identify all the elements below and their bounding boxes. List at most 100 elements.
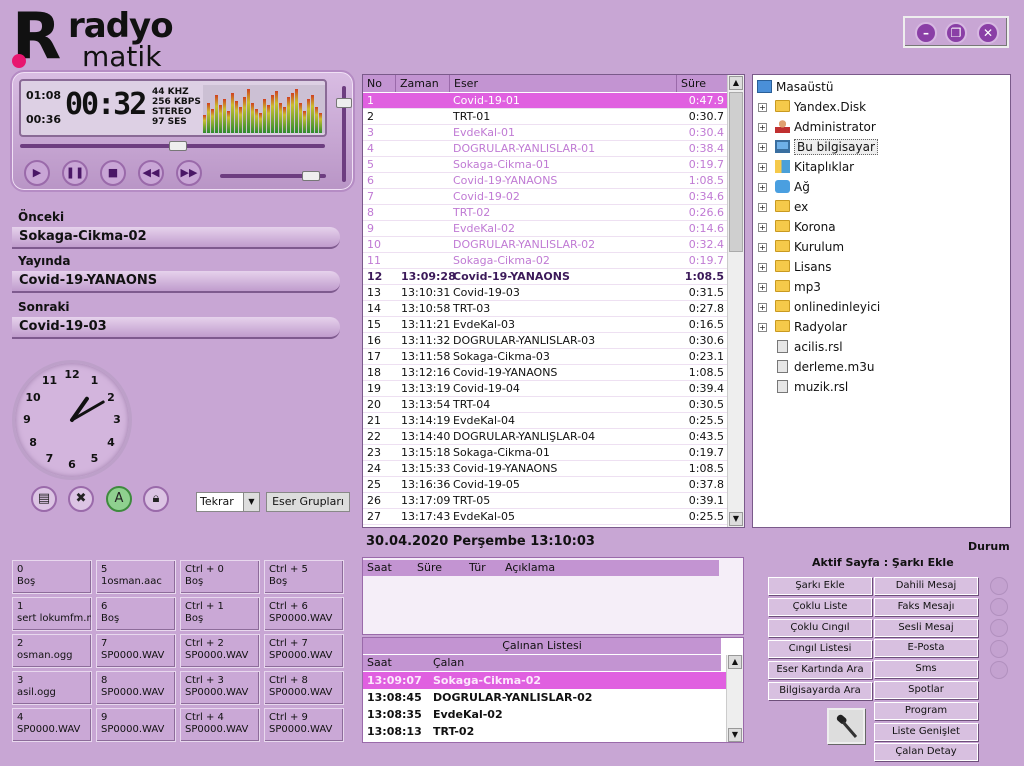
groups-button[interactable]: Eser Grupları — [266, 492, 350, 512]
played-col-time[interactable]: Saat — [363, 655, 429, 671]
pause-button[interactable]: ❚❚ — [62, 160, 88, 186]
action-button-right[interactable]: Liste Genişlet — [874, 722, 978, 741]
tree-item[interactable]: Ağ — [775, 179, 810, 195]
playlist-row[interactable]: 7 Covid-19-02 0:34.6 — [363, 189, 728, 205]
tree-item[interactable]: ex — [775, 199, 808, 215]
action-button-right[interactable]: Faks Mesajı — [874, 597, 978, 616]
playlist-row[interactable]: 17 13:11:58 Sokaga-Cikma-03 0:23.1 — [363, 349, 728, 365]
log-col-time[interactable]: Saat — [363, 560, 413, 576]
playlist-row[interactable]: 21 13:14:19 EvdeKal-04 0:25.5 — [363, 413, 728, 429]
action-button-left[interactable]: Çoklu Cıngıl — [768, 619, 872, 637]
hotkey-slot[interactable]: Ctrl + 4 SP0000.WAV — [180, 708, 260, 742]
action-button-left[interactable]: Cıngıl Listesi — [768, 640, 872, 658]
playlist-row[interactable]: 23 13:15:18 Sokaga-Cikma-01 0:19.7 — [363, 445, 728, 461]
hotkey-slot[interactable]: 2 osman.ogg — [12, 634, 92, 668]
expand-icon[interactable]: + — [758, 223, 767, 232]
lock-button[interactable]: 🔒︎ — [143, 486, 169, 512]
tree-item[interactable]: Lisans — [775, 259, 831, 275]
playlist-row[interactable]: 2 TRT-01 0:30.7 — [363, 109, 728, 125]
playlist-row[interactable]: 15 13:11:21 EvdeKal-03 0:16.5 — [363, 317, 728, 333]
log-col-type[interactable]: Tür — [465, 560, 501, 576]
tree-item[interactable]: Yandex.Disk — [775, 99, 866, 115]
expand-icon[interactable]: + — [758, 103, 767, 112]
played-col-title[interactable]: Çalan — [429, 655, 721, 671]
action-button-right[interactable]: Sesli Mesaj — [874, 618, 978, 637]
hotkey-slot[interactable]: Ctrl + 3 SP0000.WAV — [180, 671, 260, 705]
expand-icon[interactable]: + — [758, 163, 767, 172]
hotkey-slot[interactable]: 1sert lokumfm.mp — [12, 597, 92, 631]
action-button-right[interactable]: Program — [874, 701, 978, 720]
playlist-row[interactable]: 26 13:17:09 TRT-05 0:39.1 — [363, 493, 728, 509]
playlist-row[interactable]: 1 Covid-19-01 0:47.9 — [363, 93, 728, 109]
hotkey-slot[interactable]: 0 Boş — [12, 560, 92, 594]
expand-icon[interactable]: + — [758, 203, 767, 212]
hotkey-slot[interactable]: 5 1osman.aac — [96, 560, 176, 594]
tools-button[interactable]: ✖ — [68, 486, 94, 512]
play-button[interactable]: ▶ — [24, 160, 50, 186]
col-no[interactable]: No — [363, 75, 396, 92]
action-button-right[interactable]: Çalan Detay — [874, 743, 978, 762]
action-button-left[interactable]: Bilgisayarda Ara — [768, 682, 872, 700]
tree-item[interactable]: Administrator — [775, 119, 876, 135]
action-button-right[interactable]: Spotlar — [874, 681, 978, 699]
playlist-row[interactable]: 6 Covid-19-YANAONS 1:08.5 — [363, 173, 728, 189]
col-time[interactable]: Zaman — [396, 75, 450, 92]
expand-icon[interactable]: + — [758, 263, 767, 272]
hotkey-slot[interactable]: Ctrl + 6 SP0000.WAV — [264, 597, 344, 631]
expand-icon[interactable]: + — [758, 323, 767, 332]
played-row[interactable]: 13:08:45 DOGRULAR-YANLISLAR-02 — [363, 689, 727, 706]
playlist-row[interactable]: 5 Sokaga-Cikma-01 0:19.7 — [363, 157, 728, 173]
hotkey-slot[interactable]: Ctrl + 7 SP0000.WAV — [264, 634, 344, 668]
log-col-duration[interactable]: Süre — [413, 560, 465, 576]
col-duration[interactable]: Süre — [677, 75, 728, 92]
playlist-row[interactable]: 18 13:12:16 Covid-19-YANAONS 1:08.5 — [363, 365, 728, 381]
hotkey-slot[interactable]: Ctrl + 5 Boş — [264, 560, 344, 594]
document-button[interactable]: ▤ — [31, 486, 57, 512]
action-button-left[interactable]: Şarkı Ekle — [768, 577, 872, 595]
hotkey-slot[interactable]: Ctrl + 0 Boş — [180, 560, 260, 594]
played-scrollbar[interactable]: ▲ ▼ — [726, 655, 743, 742]
progress-thumb[interactable] — [169, 141, 188, 151]
playlist-row[interactable]: 4 DOGRULAR-YANLISLAR-01 0:38.4 — [363, 141, 728, 157]
expand-icon[interactable]: + — [758, 243, 767, 252]
action-button-left[interactable]: Eser Kartında Ara — [768, 661, 872, 679]
scroll-down-icon[interactable]: ▼ — [729, 512, 743, 526]
expand-icon[interactable]: + — [758, 283, 767, 292]
scroll-up-icon[interactable]: ▲ — [729, 76, 743, 90]
tree-item[interactable]: onlinedinleyici — [775, 299, 880, 315]
expand-icon[interactable]: + — [758, 143, 767, 152]
tree-item[interactable]: muzik.rsl — [775, 379, 848, 395]
playlist-row[interactable]: 8 TRT-02 0:26.6 — [363, 205, 728, 221]
hotkey-slot[interactable]: Ctrl + 2 SP0000.WAV — [180, 634, 260, 668]
played-row[interactable]: 13:09:07 Sokaga-Cikma-02 — [363, 672, 727, 689]
action-button-left[interactable]: Çoklu Liste — [768, 598, 872, 616]
balance-thumb[interactable] — [302, 171, 320, 181]
played-row[interactable]: 13:08:13 TRT-02 — [363, 723, 727, 740]
automation-button[interactable]: A — [106, 486, 132, 512]
restore-button[interactable]: ❐ — [945, 22, 967, 44]
playlist-scroll-thumb[interactable] — [729, 92, 743, 252]
tree-item[interactable]: Radyolar — [775, 319, 847, 335]
minimize-button[interactable]: – — [915, 22, 937, 44]
playlist-row[interactable]: 9 EvdeKal-02 0:14.6 — [363, 221, 728, 237]
tree-item[interactable]: Bu bilgisayar — [775, 139, 878, 155]
hotkey-slot[interactable]: Ctrl + 1 Boş — [180, 597, 260, 631]
playlist-row[interactable]: 3 EvdeKal-01 0:30.4 — [363, 125, 728, 141]
played-row[interactable]: 13:08:35 EvdeKal-02 — [363, 706, 727, 723]
playlist-row[interactable]: 25 13:16:36 Covid-19-05 0:37.8 — [363, 477, 728, 493]
hotkey-slot[interactable]: 9 SP0000.WAV — [96, 708, 176, 742]
volume-thumb[interactable] — [336, 98, 352, 109]
tree-item[interactable]: acilis.rsl — [775, 339, 843, 355]
expand-icon[interactable]: + — [758, 123, 767, 132]
playlist-row[interactable]: 12 13:09:28 Covid-19-YANAONS 1:08.5 — [363, 269, 728, 285]
microphone-button[interactable] — [827, 708, 865, 744]
action-button-right[interactable]: E-Posta — [874, 639, 978, 658]
hotkey-slot[interactable]: 3 asil.ogg — [12, 671, 92, 705]
expand-icon[interactable]: + — [758, 183, 767, 192]
hotkey-slot[interactable]: Ctrl + 8 SP0000.WAV — [264, 671, 344, 705]
hotkey-slot[interactable]: Ctrl + 9 SP0000.WAV — [264, 708, 344, 742]
playlist-row[interactable]: 27 13:17:43 EvdeKal-05 0:25.5 — [363, 509, 728, 525]
hotkey-slot[interactable]: 6 Boş — [96, 597, 176, 631]
playlist-row[interactable]: 24 13:15:33 Covid-19-YANAONS 1:08.5 — [363, 461, 728, 477]
playlist-row[interactable]: 11 Sokaga-Cikma-02 0:19.7 — [363, 253, 728, 269]
